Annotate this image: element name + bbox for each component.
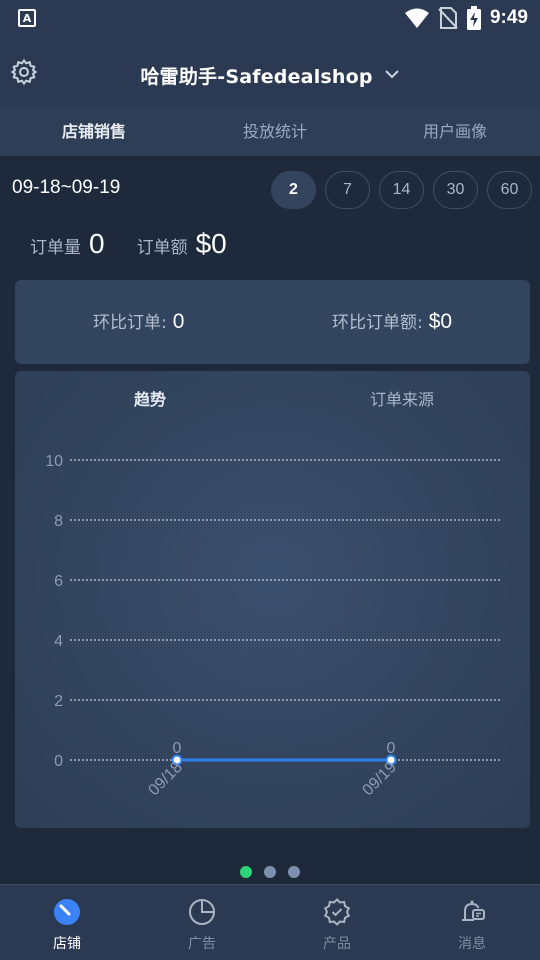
status-bar: A 9:49 bbox=[0, 0, 540, 36]
page-dot[interactable] bbox=[264, 866, 276, 878]
range-button-14[interactable]: 14 bbox=[379, 171, 424, 209]
order-totals: 订单量 0 订单额 $0 bbox=[30, 228, 227, 260]
y-tick-label: 10 bbox=[45, 453, 63, 470]
notification-a-icon: A bbox=[18, 9, 36, 27]
battery-charging-icon bbox=[466, 6, 481, 30]
y-tick-label: 0 bbox=[54, 753, 63, 770]
y-tick-label: 2 bbox=[54, 693, 63, 710]
order-amount-label: 订单额 bbox=[136, 238, 188, 258]
order-amount-value: $0 bbox=[195, 228, 227, 259]
range-selector: 2 7 14 30 60 bbox=[271, 171, 532, 209]
pie-chart-icon bbox=[189, 899, 215, 925]
range-button-30[interactable]: 30 bbox=[433, 171, 478, 209]
nav-ads-label: 广告 bbox=[188, 936, 216, 952]
nav-ads[interactable]: 广告 bbox=[162, 897, 242, 953]
y-tick-label: 4 bbox=[54, 633, 63, 650]
clock: 9:49 bbox=[489, 7, 528, 28]
nav-products[interactable]: 产品 bbox=[297, 897, 377, 953]
nav-messages[interactable]: 消息 bbox=[432, 897, 512, 953]
date-range: 09-18~09-19 bbox=[12, 177, 121, 198]
data-label: 0 bbox=[387, 740, 396, 757]
mom-orders-label: 环比订单: bbox=[93, 313, 167, 333]
badge-check-icon bbox=[323, 898, 351, 926]
dashboard-icon bbox=[54, 899, 80, 925]
page-indicator bbox=[240, 866, 300, 878]
mom-amount-label: 环比订单额: bbox=[332, 313, 423, 333]
mom-orders: 环比订单: 0 bbox=[93, 308, 184, 334]
app-header: 哈雷助手-Safedealshop 店铺销售 投放统计 用户画像 bbox=[0, 36, 540, 156]
chart-card: 趋势 订单来源 0 2 4 6 8 10 0 09/18 0 09/19 bbox=[15, 371, 530, 828]
order-count-label: 订单量 bbox=[30, 238, 81, 258]
message-bell-icon bbox=[462, 900, 485, 921]
main-tabs: 店铺销售 投放统计 用户画像 bbox=[0, 108, 540, 156]
shop-title: 哈雷助手-Safedealshop bbox=[140, 66, 373, 88]
y-tick-label: 8 bbox=[54, 513, 63, 530]
x-tick-label: 09/18 bbox=[145, 759, 185, 799]
chevron-down-icon bbox=[384, 70, 399, 79]
order-count-value: 0 bbox=[89, 228, 105, 259]
tab-store-sales[interactable]: 店铺销售 bbox=[29, 118, 159, 142]
wifi-icon bbox=[404, 8, 429, 28]
mom-orders-value: 0 bbox=[172, 310, 185, 333]
nav-products-label: 产品 bbox=[323, 936, 351, 952]
shop-selector[interactable]: 哈雷助手-Safedealshop bbox=[0, 62, 540, 89]
mom-amount-value: $0 bbox=[428, 310, 453, 333]
trend-chart: 0 2 4 6 8 10 0 09/18 0 09/19 bbox=[45, 453, 500, 799]
tab-user-profile[interactable]: 用户画像 bbox=[390, 118, 520, 142]
x-tick-label: 09/19 bbox=[359, 759, 399, 799]
bottom-nav: 店铺 广告 产品 消息 bbox=[0, 884, 540, 960]
data-label: 0 bbox=[173, 740, 182, 757]
range-button-60[interactable]: 60 bbox=[487, 171, 532, 209]
range-button-2[interactable]: 2 bbox=[271, 171, 316, 209]
range-button-7[interactable]: 7 bbox=[325, 171, 370, 209]
mom-amount: 环比订单额: $0 bbox=[332, 308, 452, 334]
nav-store[interactable]: 店铺 bbox=[27, 897, 107, 953]
no-sim-icon bbox=[438, 7, 458, 29]
status-icons: 9:49 bbox=[404, 6, 528, 30]
nav-messages-label: 消息 bbox=[458, 936, 486, 952]
comparison-card: 环比订单: 0 环比订单额: $0 bbox=[15, 280, 530, 364]
y-tick-label: 6 bbox=[54, 573, 63, 590]
page-dot[interactable] bbox=[288, 866, 300, 878]
tab-ad-stats[interactable]: 投放统计 bbox=[210, 118, 340, 142]
nav-store-label: 店铺 bbox=[53, 936, 81, 952]
page-dot[interactable] bbox=[240, 866, 252, 878]
